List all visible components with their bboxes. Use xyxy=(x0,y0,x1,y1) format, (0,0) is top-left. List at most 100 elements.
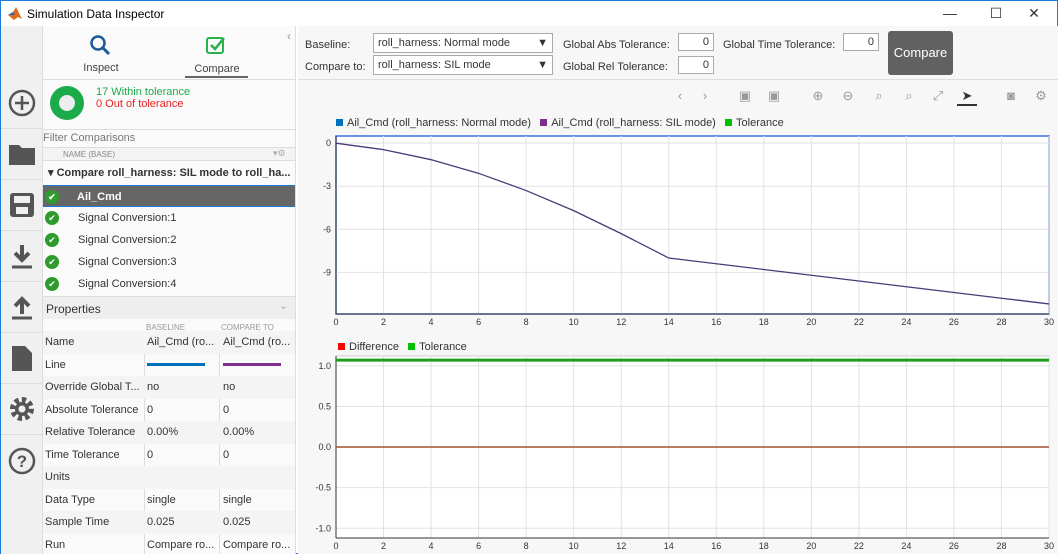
property-name: Units xyxy=(45,466,143,488)
plus-circle-icon xyxy=(8,89,36,117)
help-button[interactable]: ? xyxy=(1,435,43,486)
compare-button[interactable]: Compare xyxy=(888,31,953,75)
signal-row-selected[interactable]: ✔Ail_Cmd xyxy=(43,185,295,207)
property-row: Absolute Tolerance00 xyxy=(43,399,295,422)
zoom-out-icon[interactable]: ⊖ xyxy=(838,86,858,106)
column-menu-icon[interactable]: ▾⚙ xyxy=(273,148,286,159)
tab-compare[interactable]: Compare xyxy=(167,63,267,75)
zoom-x-icon[interactable]: ⌕ xyxy=(869,86,889,106)
collapse-icon[interactable]: ‹ xyxy=(287,29,291,43)
close-button[interactable]: ✕ xyxy=(1011,1,1057,26)
legend-tolerance: Tolerance xyxy=(736,117,784,129)
open-button[interactable] xyxy=(1,129,43,180)
chevron-down-icon[interactable]: ⌄ xyxy=(279,299,288,312)
baseline-label: Baseline: xyxy=(305,39,350,51)
y-tick-label: -9 xyxy=(323,267,331,277)
x-tick-label: 8 xyxy=(524,541,529,551)
signal-name: Signal Conversion:4 xyxy=(78,273,176,295)
signal-name: Signal Conversion:3 xyxy=(78,251,176,273)
baseline-value: 0.025 xyxy=(147,511,217,533)
signal-plot[interactable]: 0246810121416182022242628300-3-6-9 xyxy=(298,131,1058,331)
x-tick-label: 24 xyxy=(901,541,911,551)
upload-icon xyxy=(10,294,34,320)
compare-line-swatch[interactable] xyxy=(223,363,281,366)
x-tick-label: 4 xyxy=(429,541,434,551)
matlab-logo-icon xyxy=(7,6,23,21)
x-tick-label: 6 xyxy=(476,541,481,551)
abs-tolerance-input[interactable]: 0 xyxy=(678,33,714,51)
y-tick-label: 0 xyxy=(326,138,331,148)
baseline-dropdown[interactable]: roll_harness: Normal mode▼ xyxy=(373,33,553,53)
forward-icon[interactable]: › xyxy=(695,86,715,106)
compare-to-value: roll_harness: SIL mode xyxy=(378,59,491,71)
action-rail: ? xyxy=(1,26,43,554)
layout-1-icon[interactable]: ▣ xyxy=(735,86,755,106)
property-row: Override Global T...nono xyxy=(43,376,295,399)
rel-tolerance-input[interactable]: 0 xyxy=(678,56,714,74)
comparison-group-label: Compare roll_harness: SIL mode to roll_h… xyxy=(57,167,291,179)
zoom-in-icon[interactable]: ⊕ xyxy=(808,86,828,106)
signal-row[interactable]: ✔Signal Conversion:4 xyxy=(43,273,295,295)
svg-text:?: ? xyxy=(17,452,27,471)
x-tick-label: 8 xyxy=(524,317,529,327)
zoom-y-icon[interactable]: ⌕ xyxy=(899,86,919,106)
tolerance-donut xyxy=(50,86,84,120)
property-name: Override Global T... xyxy=(45,376,143,398)
camera-icon[interactable]: ◙ xyxy=(1001,86,1021,106)
signal-row[interactable]: ✔Signal Conversion:2 xyxy=(43,229,295,251)
signal-row[interactable]: ✔Signal Conversion:1 xyxy=(43,207,295,229)
baseline-line-swatch[interactable] xyxy=(147,363,205,366)
x-tick-label: 22 xyxy=(854,317,864,327)
y-tick-label: -1.0 xyxy=(315,523,331,533)
x-tick-label: 0 xyxy=(333,317,338,327)
properties-header[interactable]: Properties ⌄ xyxy=(43,296,295,319)
x-tick-label: 28 xyxy=(996,317,1006,327)
time-tolerance-input[interactable]: 0 xyxy=(843,33,879,51)
y-tick-label: 0.0 xyxy=(318,442,331,452)
within-tolerance-text: 17 Within tolerance xyxy=(96,86,190,98)
baseline-value: 0 xyxy=(147,399,217,421)
property-name: Sample Time xyxy=(45,511,143,533)
out-of-tolerance-text: 0 Out of tolerance xyxy=(96,98,183,110)
fit-to-view-icon[interactable]: ⤢ xyxy=(928,86,948,106)
checkmark-box-icon xyxy=(205,34,227,56)
layout-2-icon[interactable]: ▣ xyxy=(764,86,784,106)
compare-to-label: Compare to: xyxy=(305,61,366,73)
filter-comparisons-input[interactable]: Filter Comparisons xyxy=(43,132,135,144)
x-tick-label: 28 xyxy=(996,541,1006,551)
gear-icon xyxy=(8,395,36,423)
document-icon xyxy=(11,344,33,372)
save-icon xyxy=(9,192,35,218)
compare-to-dropdown[interactable]: roll_harness: SIL mode▼ xyxy=(373,55,553,75)
column-name[interactable]: NAME (BASE) xyxy=(63,150,115,159)
import-button[interactable] xyxy=(1,231,43,282)
dropdown-arrow-icon: ▼ xyxy=(537,34,548,52)
report-button[interactable] xyxy=(1,333,43,384)
y-tick-label: -6 xyxy=(323,224,331,234)
minimize-button[interactable]: — xyxy=(927,1,973,26)
signal-row[interactable]: ✔Signal Conversion:3 xyxy=(43,251,295,273)
legend-compare: Ail_Cmd (roll_harness: SIL mode) xyxy=(551,117,716,129)
property-row: RunCompare ro...Compare ro... xyxy=(43,534,295,556)
x-tick-label: 22 xyxy=(854,541,864,551)
search-icon xyxy=(89,34,111,56)
tab-inspect[interactable]: Inspect xyxy=(51,62,151,74)
cursor-icon[interactable]: ➤ xyxy=(957,86,977,106)
difference-plot[interactable]: 0246810121416182022242628301.00.50.0-0.5… xyxy=(298,351,1058,554)
save-button[interactable] xyxy=(1,180,43,231)
x-tick-label: 20 xyxy=(806,541,816,551)
property-name: Time Tolerance xyxy=(45,444,143,466)
new-button[interactable] xyxy=(1,78,43,129)
settings-gear-icon[interactable]: ⚙ xyxy=(1031,86,1051,106)
help-icon: ? xyxy=(8,447,36,475)
back-icon[interactable]: ‹ xyxy=(670,86,690,106)
x-tick-label: 12 xyxy=(616,541,626,551)
x-tick-label: 20 xyxy=(806,317,816,327)
baseline-value: Compare ro... xyxy=(147,534,217,556)
preferences-button[interactable] xyxy=(1,384,43,435)
properties-title: Properties xyxy=(46,302,101,316)
x-tick-label: 30 xyxy=(1044,317,1054,327)
folder-icon xyxy=(8,142,36,166)
comparison-group[interactable]: ▾ Compare roll_harness: SIL mode to roll… xyxy=(48,166,291,179)
export-button[interactable] xyxy=(1,282,43,333)
